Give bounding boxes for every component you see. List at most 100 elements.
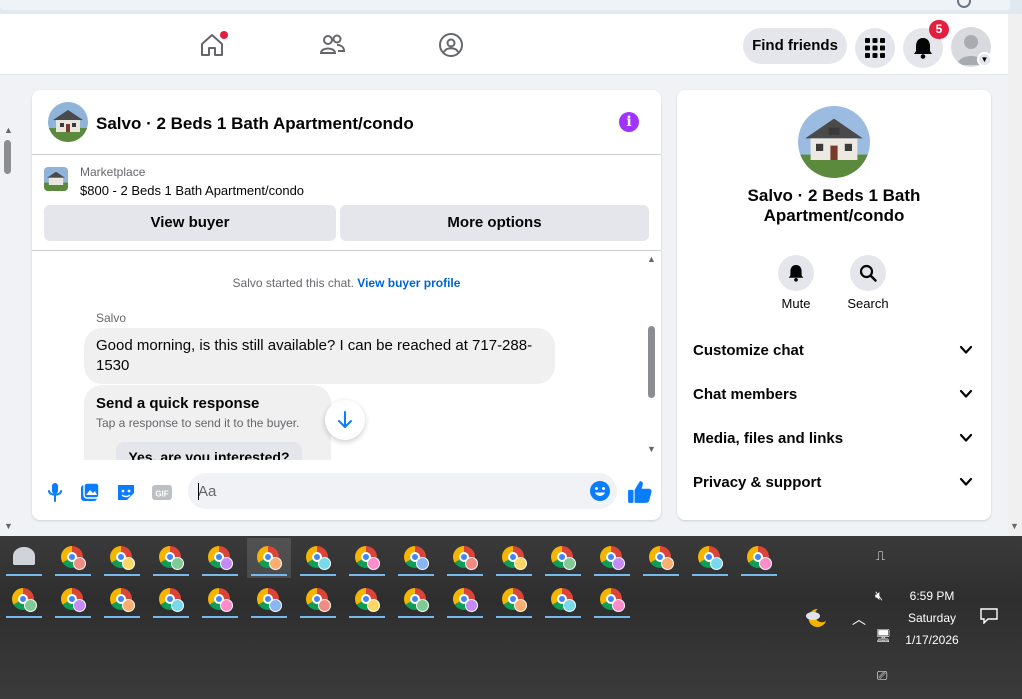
page-scroll-down-icon[interactable]: ▼ bbox=[1010, 521, 1019, 531]
taskbar-chrome-window[interactable] bbox=[149, 580, 193, 620]
house-photo-icon bbox=[48, 102, 88, 142]
incoming-message-bubble[interactable]: Good morning, is this still available? I… bbox=[84, 328, 555, 384]
info-icon[interactable]: i bbox=[619, 112, 639, 132]
clock-day[interactable]: Saturday bbox=[893, 611, 971, 625]
media-files-links-row[interactable]: Media, files and links bbox=[677, 418, 991, 462]
running-indicator bbox=[496, 574, 532, 576]
scroll-to-bottom-button[interactable] bbox=[325, 400, 365, 440]
chat-title[interactable]: Salvo · 2 Beds 1 Bath Apartment/condo bbox=[96, 114, 414, 134]
listing-thumbnail[interactable] bbox=[44, 167, 68, 191]
taskbar-chrome-window[interactable] bbox=[443, 580, 487, 620]
marketplace-listing-block: Marketplace $800 - 2 Beds 1 Bath Apartme… bbox=[32, 155, 661, 251]
taskbar-app-pinned[interactable] bbox=[2, 538, 46, 578]
chat-scroll-down-icon[interactable]: ▼ bbox=[647, 444, 656, 454]
taskbar-chrome-window[interactable] bbox=[590, 538, 634, 578]
taskbar-chrome-window[interactable] bbox=[100, 580, 144, 620]
clock-time[interactable]: 6:59 PM bbox=[893, 589, 971, 603]
taskbar-chrome-window[interactable] bbox=[296, 538, 340, 578]
network-icon[interactable]: ⎍ bbox=[876, 548, 885, 564]
bell-icon bbox=[914, 38, 932, 59]
running-indicator bbox=[251, 574, 287, 576]
quick-response-option[interactable]: Yes, are you interested? bbox=[116, 442, 302, 460]
menu-button[interactable] bbox=[855, 28, 895, 68]
groups-icon[interactable] bbox=[438, 32, 464, 58]
windows-taskbar: ⎍ 🔇︎ 🖥︎ ⎚ ︿ 6:59 PM Saturday 1/17/2026 bbox=[0, 536, 1022, 699]
photo-icon[interactable] bbox=[79, 481, 101, 503]
running-indicator bbox=[692, 574, 728, 576]
taskbar-chrome-window[interactable] bbox=[2, 580, 46, 620]
gif-icon[interactable]: GIF bbox=[151, 481, 173, 503]
notification-count-badge: 5 bbox=[929, 20, 949, 39]
view-buyer-button[interactable]: View buyer bbox=[44, 205, 336, 241]
taskbar-chrome-window[interactable] bbox=[149, 538, 193, 578]
emoji-icon[interactable] bbox=[589, 480, 611, 502]
view-buyer-profile-link[interactable]: View buyer profile bbox=[357, 276, 460, 290]
chat-scroll-up-icon[interactable]: ▲ bbox=[647, 254, 656, 264]
taskbar-chrome-window[interactable] bbox=[590, 580, 634, 620]
clock-date[interactable]: 1/17/2026 bbox=[893, 633, 971, 647]
running-indicator bbox=[202, 616, 238, 618]
taskbar-chrome-window[interactable] bbox=[492, 580, 536, 620]
listing-title[interactable]: $800 - 2 Beds 1 Bath Apartment/condo bbox=[80, 183, 304, 198]
taskbar-chrome-window[interactable] bbox=[541, 538, 585, 578]
taskbar-chrome-window[interactable] bbox=[541, 580, 585, 620]
action-center-icon[interactable] bbox=[980, 608, 998, 625]
device-icon[interactable]: ⎚ bbox=[877, 668, 887, 684]
chrome-profile-badge-icon bbox=[710, 557, 723, 570]
taskbar-chrome-window[interactable] bbox=[345, 580, 389, 620]
microphone-icon[interactable] bbox=[44, 481, 66, 503]
taskbar-chrome-window[interactable] bbox=[247, 580, 291, 620]
chat-members-row[interactable]: Chat members bbox=[677, 374, 991, 418]
mute-button[interactable] bbox=[778, 255, 814, 291]
taskbar-chrome-window[interactable] bbox=[198, 538, 242, 578]
left-scroll-thumb[interactable] bbox=[4, 140, 11, 174]
text-caret bbox=[198, 483, 199, 500]
chrome-profile-badge-icon bbox=[171, 599, 184, 612]
privacy-support-row[interactable]: Privacy & support bbox=[677, 462, 991, 506]
taskbar-chrome-window[interactable] bbox=[51, 580, 95, 620]
taskbar-chrome-window[interactable] bbox=[639, 538, 683, 578]
search-button[interactable] bbox=[850, 255, 886, 291]
taskbar-chrome-window[interactable] bbox=[394, 580, 438, 620]
message-input-wrapper[interactable] bbox=[188, 473, 617, 509]
chat-scroll-thumb[interactable] bbox=[648, 326, 655, 398]
svg-text:GIF: GIF bbox=[155, 490, 168, 499]
chrome-profile-badge-icon bbox=[514, 599, 527, 612]
house-thumbnail-icon bbox=[44, 167, 68, 191]
taskbar-chrome-window[interactable] bbox=[100, 538, 144, 578]
volume-muted-icon[interactable]: 🔇︎ bbox=[875, 588, 883, 604]
more-options-button[interactable]: More options bbox=[340, 205, 649, 241]
taskbar-chrome-window[interactable] bbox=[394, 538, 438, 578]
running-indicator bbox=[398, 574, 434, 576]
sticker-icon[interactable] bbox=[115, 481, 137, 503]
taskbar-chrome-window[interactable] bbox=[247, 538, 291, 578]
find-friends-button[interactable]: Find friends bbox=[743, 28, 847, 64]
weather-icon[interactable] bbox=[804, 606, 828, 630]
scroll-up-arrow-icon[interactable]: ▲ bbox=[4, 125, 13, 135]
desktop-icon[interactable]: 🖥︎ bbox=[875, 628, 892, 644]
taskbar-chrome-window[interactable] bbox=[688, 538, 732, 578]
taskbar-chrome-window[interactable] bbox=[198, 580, 242, 620]
listing-avatar[interactable] bbox=[48, 102, 88, 142]
taskbar-chrome-window[interactable] bbox=[737, 538, 781, 578]
chrome-profile-badge-icon bbox=[416, 557, 429, 570]
taskbar-chrome-window[interactable] bbox=[443, 538, 487, 578]
running-indicator bbox=[741, 574, 777, 576]
friends-icon[interactable] bbox=[319, 32, 345, 58]
message-input[interactable] bbox=[198, 473, 578, 509]
taskbar-chrome-window[interactable] bbox=[296, 580, 340, 620]
taskbar-chrome-window[interactable] bbox=[492, 538, 536, 578]
page-scrollbar[interactable]: ▼ bbox=[1008, 14, 1022, 536]
listing-photo[interactable] bbox=[798, 106, 870, 178]
sender-name: Salvo bbox=[96, 311, 127, 325]
chrome-profile-badge-icon bbox=[563, 557, 576, 570]
customize-chat-row[interactable]: Customize chat bbox=[677, 330, 991, 374]
thumbs-up-icon[interactable] bbox=[627, 479, 653, 505]
account-chevron-icon[interactable]: ▼ bbox=[977, 52, 992, 67]
taskbar-chrome-window[interactable] bbox=[345, 538, 389, 578]
chat-members-label: Chat members bbox=[693, 386, 798, 403]
left-scrollbar[interactable]: ▲ ▼ bbox=[0, 75, 16, 536]
taskbar-chrome-window[interactable] bbox=[51, 538, 95, 578]
scroll-down-arrow-icon[interactable]: ▼ bbox=[4, 521, 13, 531]
show-hidden-icons-chevron-icon[interactable]: ︿ bbox=[852, 609, 866, 629]
